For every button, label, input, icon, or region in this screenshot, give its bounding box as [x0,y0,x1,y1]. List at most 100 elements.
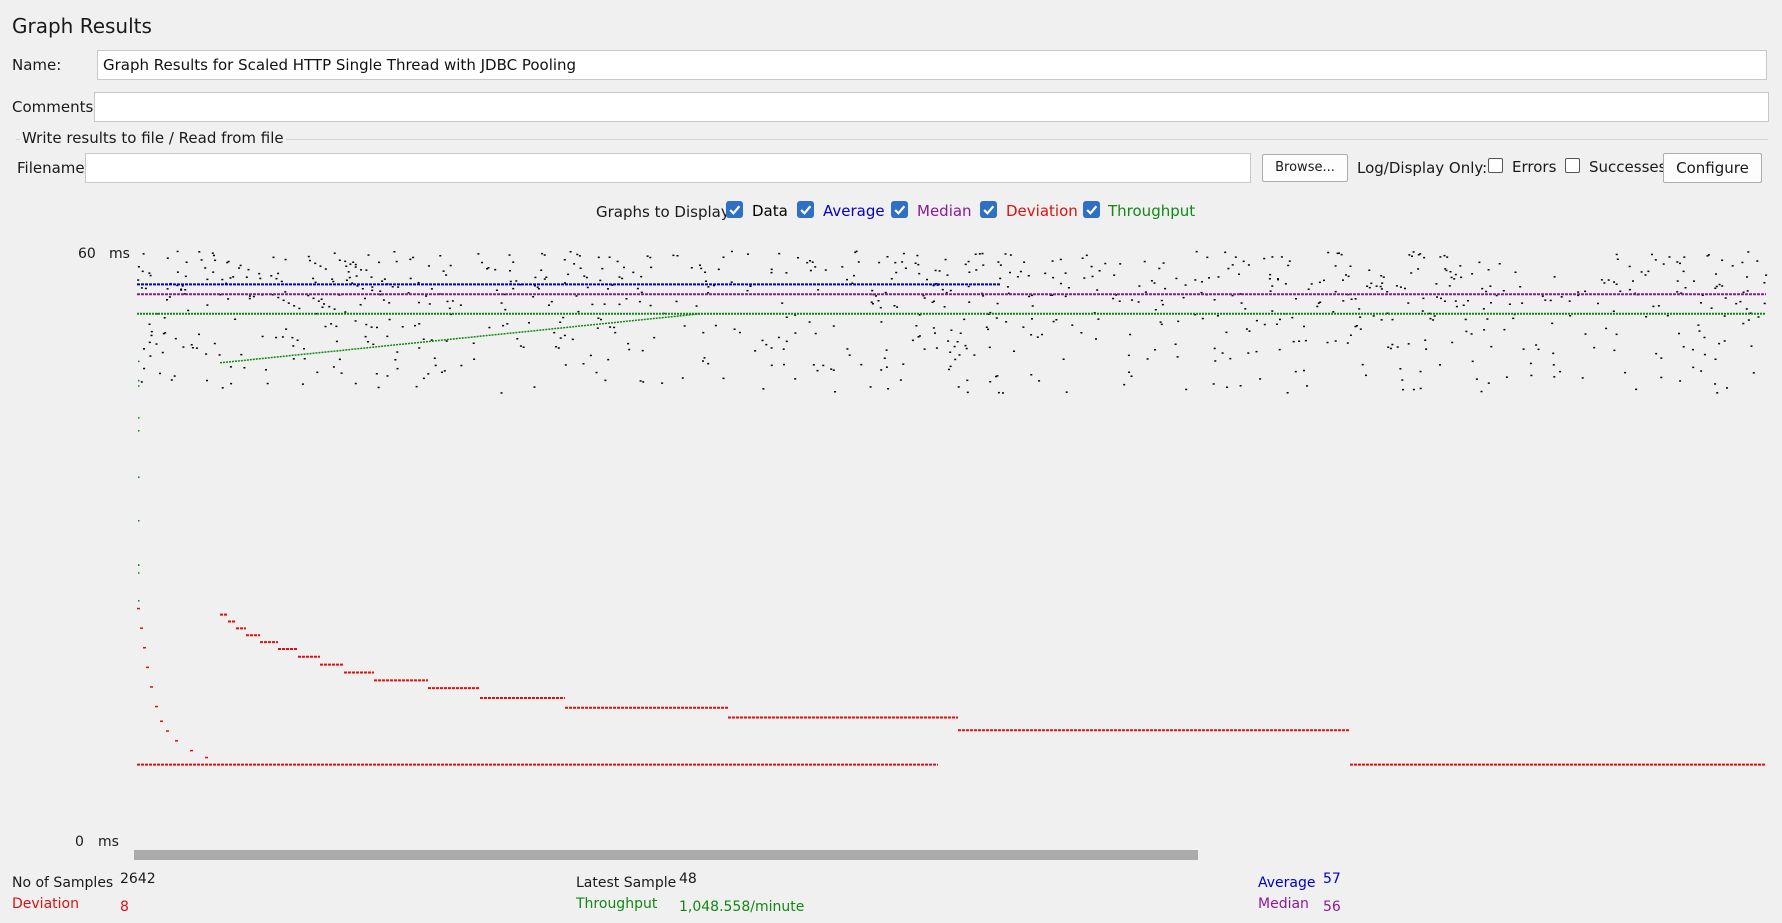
data-point [1359,316,1362,318]
data-point [1537,348,1540,351]
data-point [1412,388,1415,391]
data-point [388,318,391,321]
data-point [166,299,168,301]
data-point [284,291,287,293]
data-point [808,321,811,323]
data-point [1023,261,1026,263]
data-point [522,346,525,348]
data-point [213,342,216,345]
data-point [1071,324,1074,326]
deviation-point [205,756,208,759]
data-point [415,385,418,388]
data-point [174,337,177,340]
data-point [834,391,836,393]
data-point [1044,272,1047,275]
data-point [1635,388,1638,391]
data-point [583,275,586,277]
data-point [519,345,522,347]
data-point [442,270,445,272]
data-point [512,287,515,290]
data-point [1052,320,1055,323]
data-point [946,274,949,276]
data-point [1423,256,1426,259]
horizontal-scrollbar-thumb[interactable] [134,850,1198,860]
data-point [340,372,343,374]
data-point [1287,264,1290,267]
data-point [1417,268,1420,270]
data-point [543,278,546,280]
data-point [200,259,203,261]
data-point [1446,256,1449,258]
data-point [1742,322,1745,325]
data-point [198,333,200,336]
data-point [212,271,215,273]
deviation-point [155,705,158,708]
deviation-point [190,749,193,752]
data-point [1651,253,1653,256]
data-point [1095,338,1097,340]
data-point [1245,328,1248,330]
data-point [609,326,612,328]
data-point [1194,279,1197,281]
data-point [149,355,152,357]
data-point [1552,364,1555,366]
data-point [1162,262,1165,264]
data-point [1370,282,1373,285]
data-point [642,381,645,383]
data-point [433,357,436,359]
data-point [646,255,649,257]
data-point [832,369,835,371]
data-point [564,364,567,366]
data-point [148,341,151,344]
data-point [754,350,757,352]
data-point [1445,269,1448,272]
data-point [1381,282,1384,284]
data-point [618,276,621,278]
data-point [1718,283,1721,286]
data-point [488,326,491,329]
deviation-point [137,607,140,610]
data-point [959,332,962,334]
data-point [1065,391,1068,393]
data-point [1460,276,1463,279]
data-point [770,347,773,349]
data-point [675,300,678,303]
data-point [690,267,693,269]
data-point [418,301,420,304]
data-point [1569,315,1572,317]
data-point [954,358,957,361]
data-point [323,303,325,305]
data-point [1487,269,1490,271]
data-point [282,299,285,302]
data-point [1104,262,1107,265]
data-point [1214,360,1217,362]
data-point [996,375,999,377]
data-point [586,286,589,289]
data-point [536,286,539,288]
data-point [221,278,224,281]
data-point [899,379,902,381]
data-point [221,387,224,389]
data-point [1424,339,1427,341]
data-point [1612,310,1615,312]
data-point [354,320,357,322]
data-point [349,263,352,265]
data-point [816,369,819,372]
data-point [1530,374,1533,377]
data-series [137,250,1768,602]
data-point [1255,350,1258,353]
data-point [1361,363,1364,366]
data-point [418,347,421,349]
data-point [173,375,176,377]
data-point [1278,348,1281,351]
data-point [1693,280,1695,282]
data-point [1439,256,1442,258]
data-point [138,476,140,478]
data-point [506,323,509,325]
data-point [427,373,430,375]
data-point [811,261,814,263]
data-point [1216,315,1219,317]
data-point [1750,345,1753,347]
data-point [987,328,990,331]
data-point [1475,378,1478,380]
